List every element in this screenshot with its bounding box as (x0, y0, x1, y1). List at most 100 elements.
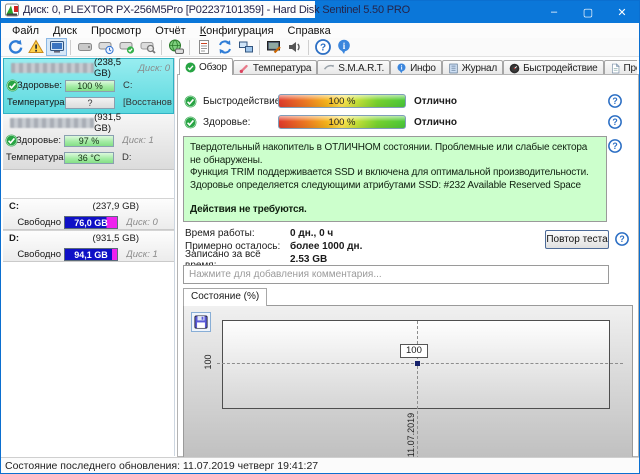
journal-icon (448, 63, 459, 74)
menu-disk[interactable]: Диск (46, 25, 84, 37)
overview-icon[interactable] (46, 38, 67, 56)
partition-letter: D: (9, 233, 19, 244)
disk-number: Диск: 1 (126, 249, 158, 260)
temperature-bar: ? (65, 97, 115, 109)
disk-schedule-icon[interactable] (95, 38, 116, 56)
performance-bar: 100 % (278, 94, 406, 108)
help-icon[interactable]: ? (608, 94, 622, 108)
stat-value: 2.53 GB (290, 254, 327, 265)
disk-list-item-1[interactable]: (931,5 GB) Здоровье: 97 % Диск: 1 Темпер… (3, 114, 174, 170)
stat-label: Время работы: (185, 228, 290, 239)
help-icon[interactable]: ? (312, 38, 333, 56)
toolbar-separator (189, 40, 190, 55)
tab-label: Быстродействие (523, 63, 597, 74)
performance-label: Быстродействие: (203, 96, 283, 107)
tab-label: S.M.A.R.T. (338, 63, 384, 74)
svg-text:?: ? (612, 96, 617, 106)
drive-letter: D: (122, 152, 132, 163)
health-history-chart: 100 100 11.07.2019 (183, 305, 633, 468)
retest-button[interactable]: Повтор теста (545, 230, 609, 249)
disk-icon[interactable] (74, 38, 95, 56)
disk-sidebar: (238,5 GB) Диск: 0 Здоровье: 100 % C: Те… (3, 58, 175, 456)
tab-smart[interactable]: S.M.A.R.T. (317, 60, 390, 75)
svg-text:?: ? (319, 43, 325, 54)
window-controls: – ▢ ✕ (537, 1, 639, 23)
performance-rating: Отлично (414, 96, 457, 107)
disk-ok-icon[interactable] (116, 38, 137, 56)
chart-tab-state[interactable]: Состояние (%) (183, 288, 267, 306)
tab-alerts[interactable]: Предупреждения (604, 60, 637, 75)
disk-size: (238,5 GB) (94, 57, 138, 79)
disk-number: Диск: 0 (126, 217, 158, 228)
menu-view[interactable]: Просмотр (84, 25, 148, 37)
menu-file[interactable]: Файл (5, 25, 46, 37)
remote-monitor-icon[interactable] (235, 38, 256, 56)
content-area: (238,5 GB) Диск: 0 Здоровье: 100 % C: Те… (1, 57, 639, 457)
report-icon[interactable] (193, 38, 214, 56)
check-circle-icon (184, 95, 197, 108)
sound-icon[interactable] (284, 38, 305, 56)
partition-size: (931,5 GB) (93, 233, 139, 244)
tab-log[interactable]: Журнал (442, 60, 503, 75)
menubar: Файл Диск Просмотр Отчёт Конфигурация Сп… (1, 23, 639, 38)
tab-temperature[interactable]: Температура (233, 60, 317, 75)
titlebar[interactable]: Диск: 0, PLEXTOR PX-256M5Pro [P022371013… (1, 1, 639, 23)
health-rating: Отлично (414, 117, 457, 128)
maximize-button[interactable]: ▢ (571, 1, 605, 23)
tab-info[interactable]: i Инфо (390, 60, 442, 75)
svg-text:?: ? (612, 141, 617, 151)
info-icon[interactable]: i (333, 38, 354, 56)
temperature-label: Температура: (6, 152, 61, 163)
disk-number: Диск: 1 (122, 135, 154, 146)
chart-data-point (415, 361, 420, 366)
sync-icon[interactable] (214, 38, 235, 56)
free-label: Свободно (6, 217, 61, 228)
health-ok-icon (6, 79, 19, 92)
lifetime-stats: Время работы: 0 дн., 0 ч Примерно остало… (185, 227, 362, 266)
health-ok-icon (5, 134, 18, 147)
floppy-icon (194, 315, 208, 329)
menu-report[interactable]: Отчёт (148, 25, 192, 37)
free-space-bar: 94,1 GB (64, 248, 118, 261)
disk-analyze-icon[interactable] (137, 38, 158, 56)
menu-help[interactable]: Справка (281, 25, 338, 37)
help-icon[interactable]: ? (608, 115, 622, 129)
save-chart-button[interactable] (191, 312, 211, 332)
partition-item-d[interactable]: D: (931,5 GB) Свободно 94,1 GB Диск: 1 (3, 230, 174, 262)
action-text: Действия не требуются. (190, 204, 600, 217)
page-icon (610, 63, 621, 74)
statusbar: Состояние последнего обновления: 11.07.2… (1, 457, 639, 474)
free-label: Свободно (6, 249, 61, 260)
tab-overview[interactable]: Обзор (179, 58, 233, 75)
disk-list-item-0[interactable]: (238,5 GB) Диск: 0 Здоровье: 100 % C: Те… (3, 58, 174, 114)
minimize-button[interactable]: – (537, 1, 571, 23)
tab-label: Инфо (410, 63, 436, 74)
toolbar-separator (259, 40, 260, 55)
y-axis-tick: 100 (203, 335, 213, 389)
close-button[interactable]: ✕ (605, 1, 639, 23)
health-bar: 100 % (65, 80, 115, 92)
statusbar-text: Состояние последнего обновления: 11.07.2… (5, 460, 318, 472)
overview-page: Быстродействие: 100 % Отлично ? Здоровье… (177, 74, 639, 457)
window-title: Диск: 0, PLEXTOR PX-256M5Pro [P022371013… (23, 4, 410, 16)
partition-item-c[interactable]: C: (237,9 GB) Свободно 76,0 GB Диск: 0 (3, 198, 174, 230)
tab-label: Журнал (462, 63, 497, 74)
help-icon[interactable]: ? (608, 139, 622, 153)
volume-note: [Восстанов (123, 97, 172, 108)
tab-performance[interactable]: Быстродействие (503, 60, 603, 75)
surface-test-warning-icon[interactable] (25, 38, 46, 56)
refresh-icon[interactable] (4, 38, 25, 56)
menu-configuration[interactable]: Конфигурация (193, 25, 281, 37)
tab-label: Обзор (199, 62, 227, 73)
network-disk-icon[interactable] (165, 38, 186, 56)
display-config-icon[interactable] (263, 38, 284, 56)
help-icon[interactable]: ? (615, 232, 629, 246)
app-icon (5, 3, 19, 17)
free-space-bar: 76,0 GB (64, 216, 118, 229)
smart-icon (323, 63, 335, 74)
comment-input[interactable] (183, 265, 609, 284)
thermometer-icon (239, 63, 250, 74)
disk-size: (931,5 GB) (94, 112, 138, 134)
chart-hline-100 (217, 363, 623, 364)
disk-number: Диск: 0 (138, 63, 170, 74)
